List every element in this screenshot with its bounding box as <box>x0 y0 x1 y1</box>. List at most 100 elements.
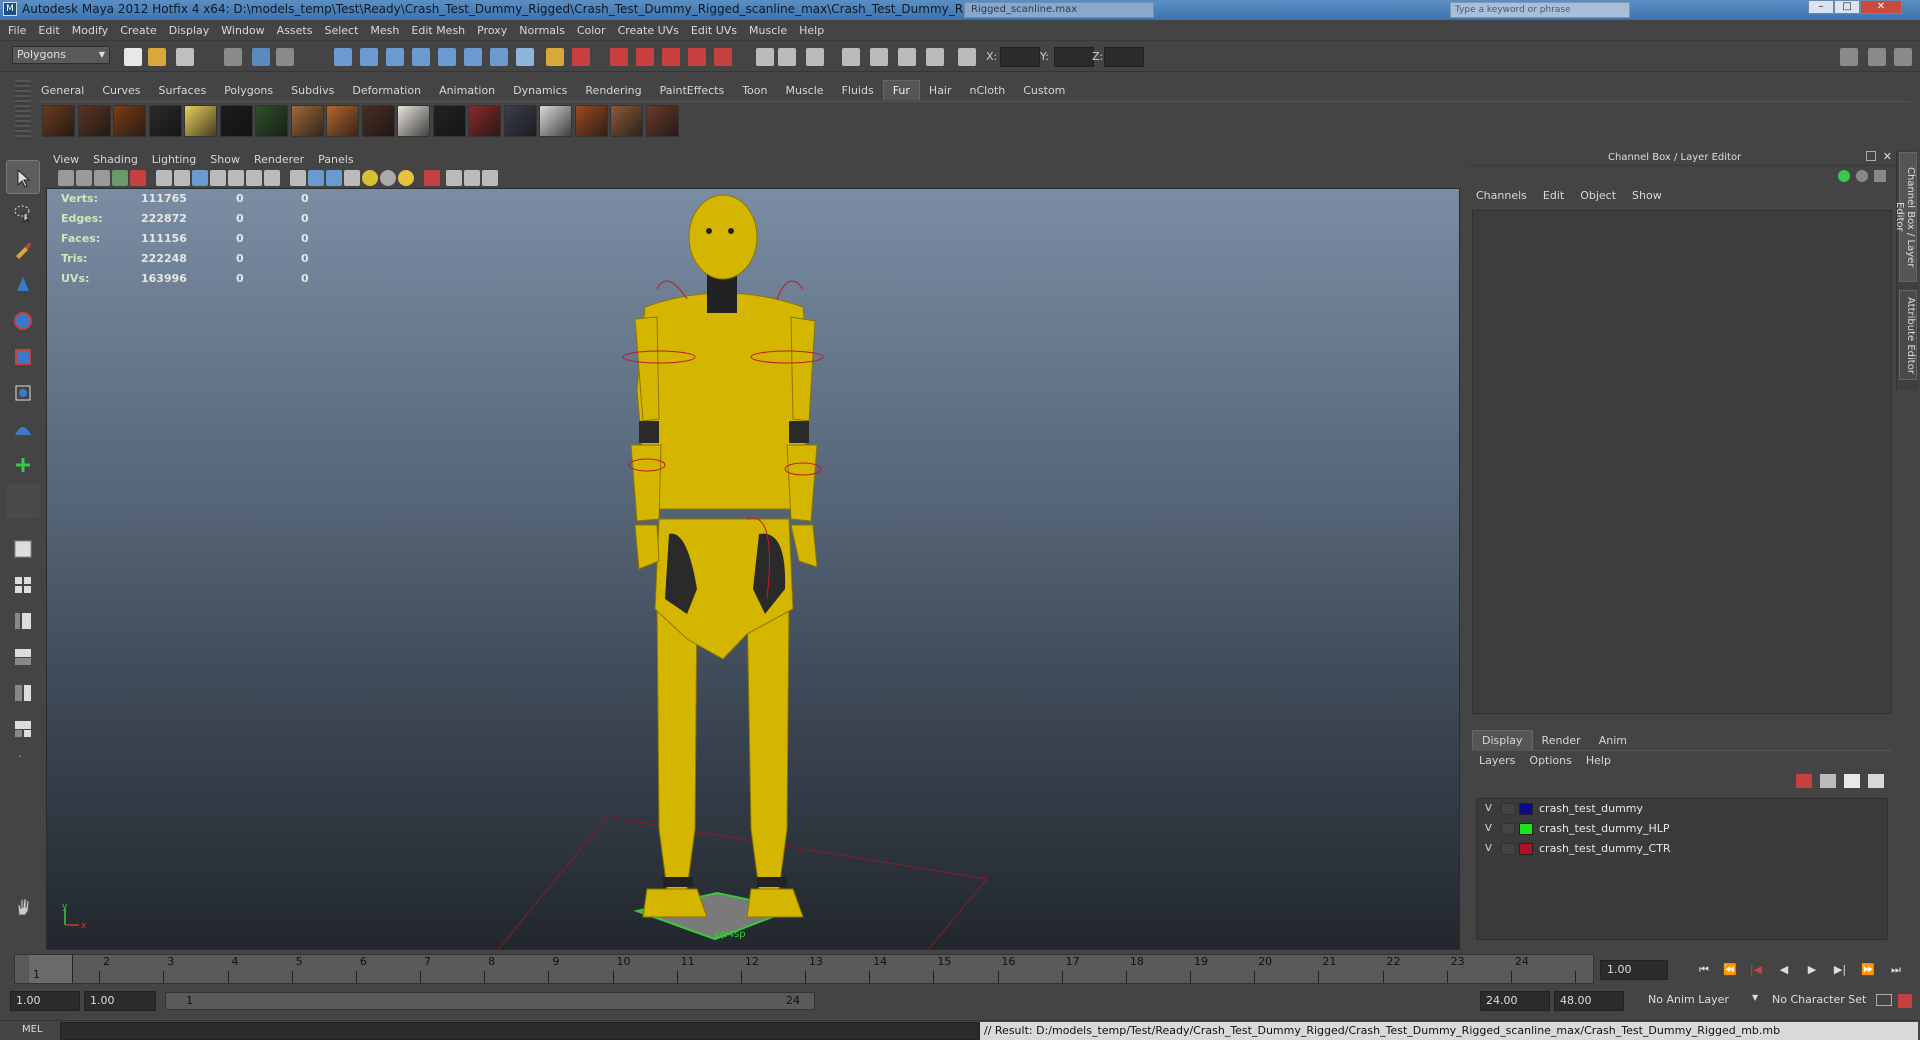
menu-proxy[interactable]: Proxy <box>471 20 513 41</box>
viewport-menu-lighting[interactable]: Lighting <box>145 150 203 170</box>
rename-icon[interactable] <box>778 48 796 66</box>
layer-color-swatch[interactable] <box>1519 823 1533 835</box>
right-upper-arm[interactable] <box>790 316 816 422</box>
minimize-button[interactable]: – <box>1808 0 1834 14</box>
grid-icon[interactable] <box>156 170 172 186</box>
film-gate-icon[interactable] <box>174 170 190 186</box>
safe-title-icon[interactable] <box>264 170 280 186</box>
menu-window[interactable]: Window <box>215 20 270 41</box>
lock-icon[interactable] <box>546 48 564 66</box>
fur-preset-icon[interactable] <box>468 105 501 137</box>
tab-anim[interactable]: Anim <box>1590 731 1636 751</box>
current-time-marker[interactable]: 1 <box>29 955 73 983</box>
select-hierarchy-icon[interactable] <box>224 48 242 66</box>
fur-preset-icon[interactable] <box>361 105 395 137</box>
edit-menu[interactable]: Edit <box>1535 186 1572 206</box>
hypershade-persp-layout[interactable] <box>6 676 40 710</box>
show-menu[interactable]: Show <box>1624 186 1670 206</box>
layer-visibility-toggle[interactable]: V <box>1485 799 1492 819</box>
secondary-window-tab[interactable]: Rigged_scanline.max <box>964 2 1154 18</box>
gate-mask-icon[interactable] <box>210 170 226 186</box>
xray-components-icon[interactable] <box>482 170 498 186</box>
step-forward-frame-icon[interactable]: ⏩ <box>1858 960 1878 980</box>
show-manipulator-tool[interactable] <box>6 448 40 482</box>
toggle-channel-box-icon[interactable] <box>1894 48 1912 66</box>
step-forward-key-icon[interactable]: ▶| <box>1830 960 1850 980</box>
shelf-tab-hair[interactable]: Hair <box>920 81 961 100</box>
snap-point-icon[interactable] <box>386 48 404 66</box>
menu-edit-mesh[interactable]: Edit Mesh <box>405 20 471 41</box>
menu-muscle[interactable]: Muscle <box>743 20 793 41</box>
isolate-select-icon[interactable] <box>424 170 440 186</box>
channel-box-icon[interactable] <box>898 48 916 66</box>
toggle-tool-settings-icon[interactable] <box>1868 48 1886 66</box>
move-tool[interactable] <box>6 268 40 302</box>
layer-row[interactable]: Vcrash_test_dummy_CTR <box>1477 839 1887 859</box>
image-plane-icon[interactable] <box>112 170 128 186</box>
relative-transform-icon[interactable] <box>958 48 976 66</box>
shelf-tab-deformation[interactable]: Deformation <box>343 81 430 100</box>
perspective-viewport[interactable]: Verts: 111765 0 0 Edges: 222872 0 0 Faces: 111156… <box>46 188 1460 950</box>
render-view-icon[interactable] <box>714 48 732 66</box>
menu-help[interactable]: Help <box>793 20 830 41</box>
ipr-render-icon[interactable] <box>636 48 654 66</box>
x-coord-field[interactable] <box>1000 47 1040 67</box>
layer-visibility-toggle[interactable]: V <box>1485 819 1492 839</box>
layer-playback-toggle[interactable] <box>1501 823 1515 835</box>
channel-box-speed-icon[interactable] <box>1856 170 1868 182</box>
snap-surface-icon[interactable] <box>490 48 508 66</box>
persp-graph-outliner-layout[interactable] <box>6 712 40 746</box>
layer-playback-toggle[interactable] <box>1501 803 1515 815</box>
layer-row[interactable]: Vcrash_test_dummy_HLP <box>1477 819 1887 839</box>
menu-create-uvs[interactable]: Create UVs <box>612 20 685 41</box>
character-set-dropdown[interactable]: No Character Set <box>1772 993 1866 1006</box>
render-frame-icon[interactable] <box>610 48 628 66</box>
help-icon[interactable] <box>516 48 534 66</box>
shelf-tab-toon[interactable]: Toon <box>733 81 776 100</box>
channels-menu[interactable]: Channels <box>1468 186 1535 206</box>
fur-preset-icon[interactable] <box>326 105 359 137</box>
fur-preset-icon[interactable] <box>219 105 253 137</box>
xray-icon[interactable] <box>446 170 462 186</box>
close-button[interactable]: ✕ <box>1860 0 1902 14</box>
fur-preset-icon[interactable] <box>42 105 75 137</box>
select-component-icon[interactable] <box>276 48 294 66</box>
float-panel-icon[interactable] <box>1866 151 1876 161</box>
animation-start-field[interactable]: 1.00 <box>10 991 80 1011</box>
menu-edit[interactable]: Edit <box>32 20 65 41</box>
step-back-frame-icon[interactable]: ⏪ <box>1720 960 1740 980</box>
animation-end-field[interactable]: 48.00 <box>1554 991 1624 1011</box>
menu-normals[interactable]: Normals <box>513 20 571 41</box>
y-coord-field[interactable] <box>1054 47 1094 67</box>
fur-preset-icon[interactable] <box>148 105 182 137</box>
playback-range-slider[interactable]: 1 24 <box>165 992 815 1010</box>
shelf-tab-polygons[interactable]: Polygons <box>215 81 282 100</box>
shelf-tab-surfaces[interactable]: Surfaces <box>150 81 216 100</box>
tab-render[interactable]: Render <box>1533 731 1590 751</box>
shelf-tab-curves[interactable]: Curves <box>93 81 149 100</box>
fur-preset-icon[interactable] <box>255 105 288 137</box>
menu-file[interactable]: File <box>0 20 32 41</box>
layer-name[interactable]: crash_test_dummy_HLP <box>1539 819 1670 839</box>
shelf-tab-dynamics[interactable]: Dynamics <box>504 81 576 100</box>
maya-app-icon[interactable]: M <box>3 2 17 16</box>
layer-color-swatch[interactable] <box>1519 803 1533 815</box>
new-layer-icon[interactable] <box>1820 774 1836 788</box>
play-forwards-icon[interactable]: ▶ <box>1802 960 1822 980</box>
right-foot[interactable] <box>746 888 804 918</box>
play-backwards-icon[interactable]: ◀ <box>1774 960 1794 980</box>
shelf-tab-general[interactable]: General <box>32 81 93 100</box>
fur-preset-icon[interactable] <box>645 105 679 137</box>
field-chart-icon[interactable] <box>228 170 244 186</box>
right-forearm[interactable] <box>786 444 818 522</box>
menu-color[interactable]: Color <box>571 20 612 41</box>
shelf-tab-painteffects[interactable]: PaintEffects <box>651 81 734 100</box>
select-object-icon[interactable] <box>252 48 270 66</box>
playback-end-field[interactable]: 24.00 <box>1480 991 1550 1011</box>
construction-history-icon[interactable] <box>572 48 590 66</box>
lasso-tool[interactable] <box>6 196 40 230</box>
menu-select[interactable]: Select <box>318 20 364 41</box>
tab-display[interactable]: Display <box>1472 730 1533 751</box>
persp-graph-layout[interactable] <box>6 640 40 674</box>
fur-preset-icon[interactable] <box>432 105 466 137</box>
